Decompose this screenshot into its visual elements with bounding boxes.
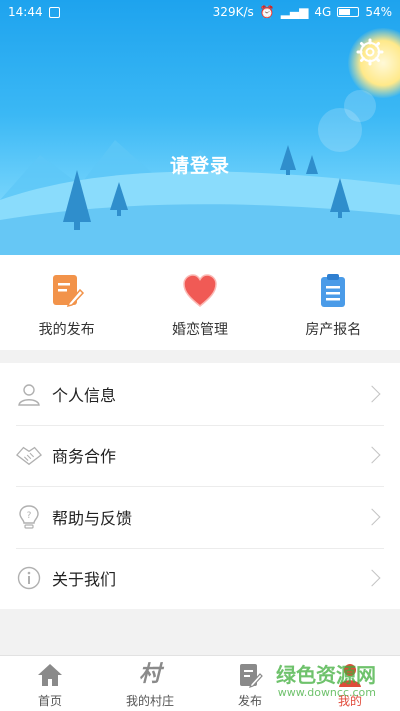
svg-text:?: ? [27,511,32,521]
menu-item-business[interactable]: 商务合作 [0,424,400,487]
signal-icon: ▂▄▆ [280,5,309,19]
menu-label: 个人信息 [52,385,117,405]
dating-manage-label: 婚恋管理 [171,322,228,338]
net-speed: 329K/s [212,5,254,19]
status-time: 14:44 [8,5,43,19]
menu-label: 帮助与反馈 [52,508,133,528]
my-posts-button[interactable]: 我的发布 [0,255,133,350]
quick-actions: 我的发布 婚恋管理 房产报名 [0,255,400,350]
chevron-right-icon [363,508,381,526]
notification-icon [48,6,60,18]
settings-gear-icon[interactable] [356,38,384,66]
help-bulb-icon: ? [16,504,42,530]
menu-label: 关于我们 [52,570,117,590]
menu-label: 商务合作 [52,447,117,467]
chevron-right-icon [363,446,381,464]
tab-my-village[interactable]: 村 我的村庄 [100,656,200,711]
status-bar: 14:44 329K/s ⏰ ▂▄▆ 4G 54% [0,0,400,24]
landscape-illustration [0,140,400,255]
alarm-icon: ⏰ [259,5,275,19]
profile-header: 14:44 329K/s ⏰ ▂▄▆ 4G 54% 请登录 [0,0,400,255]
login-prompt[interactable]: 请登录 [0,151,400,178]
clipboard-icon [321,274,346,307]
chevron-right-icon [363,569,381,587]
tab-label: 我的村庄 [125,694,174,708]
property-signup-label: 房产报名 [305,322,362,338]
user-icon [16,381,42,407]
watermark-url: www.downcc.com [277,686,376,699]
bubble-decoration [344,90,376,122]
publish-icon [240,664,263,688]
tab-label: 首页 [37,694,62,708]
menu-item-about-us[interactable]: 关于我们 [0,547,400,610]
settings-menu: 个人信息 商务合作 ? 帮助与反馈 关于我们 [0,363,400,609]
property-signup-button[interactable]: 房产报名 [267,255,400,350]
home-icon [38,664,62,686]
info-icon [16,565,42,591]
network-type: 4G [314,5,332,19]
battery-level: 54% [365,5,392,19]
village-icon: 村 [138,662,161,687]
menu-item-personal-info[interactable]: 个人信息 [0,363,400,425]
heart-icon [183,274,217,307]
edit-doc-icon [52,275,84,308]
battery-icon [337,7,360,17]
dating-manage-button[interactable]: 婚恋管理 [133,255,266,350]
menu-item-help-feedback[interactable]: ? 帮助与反馈 [0,486,400,548]
watermark-title: 绿色资源网 [276,663,376,687]
tab-home[interactable]: 首页 [0,656,100,711]
tab-label: 发布 [237,694,262,708]
handshake-icon [16,442,42,468]
chevron-right-icon [363,385,381,403]
my-posts-label: 我的发布 [38,322,95,338]
